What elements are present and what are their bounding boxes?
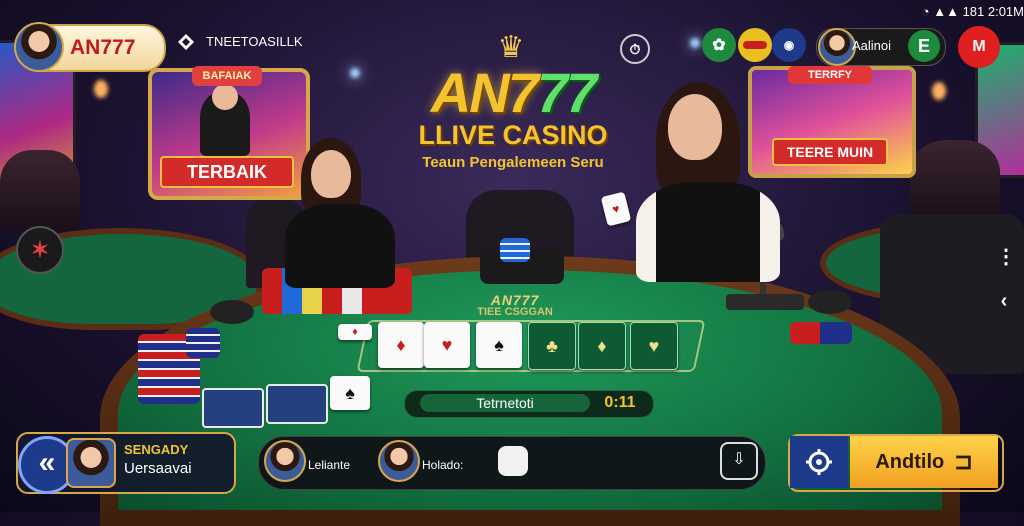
profile-name: AN777	[70, 36, 136, 59]
stage-light	[350, 68, 360, 78]
wifi-icon: ◔	[921, 4, 930, 19]
playing-card: ♦	[378, 322, 424, 368]
dealer-face	[668, 94, 722, 160]
banner-figure-head	[212, 84, 238, 110]
dealer-right: ♥	[600, 82, 780, 282]
banner-right-title: TERRFY	[788, 66, 872, 84]
player1-name: Leliante	[308, 458, 351, 472]
card-deck	[202, 388, 264, 428]
brand-logo-suffix: 77	[536, 61, 597, 124]
signal-icon: ▲▲	[933, 4, 959, 19]
chip-stack	[790, 322, 852, 344]
player1-avatar[interactable]	[264, 440, 306, 482]
dealer-left	[285, 138, 395, 288]
player2-name: Holado:	[422, 458, 464, 472]
dealer-body	[636, 182, 780, 282]
card-shoe	[210, 300, 254, 324]
player-avatar[interactable]	[66, 438, 116, 488]
settings-icon	[806, 449, 832, 475]
coin-icon[interactable]	[738, 28, 772, 62]
primary-action-button[interactable]: Andtilo ⊐	[850, 436, 998, 488]
star-icon[interactable]: ✶	[16, 226, 64, 274]
chat-icon[interactable]: ✿	[702, 28, 736, 62]
playing-card: ♦	[338, 324, 372, 340]
background-player	[0, 150, 80, 230]
playing-card: ♠	[476, 322, 522, 368]
dealer-face	[311, 150, 351, 198]
chevron-left-icon[interactable]: ‹	[994, 290, 1014, 314]
more-icon[interactable]: ⋮	[996, 244, 1016, 268]
round-status-label: Tetrnetoti	[420, 394, 590, 412]
crown-icon: ♛	[497, 31, 525, 64]
wall-lamp	[94, 80, 108, 98]
user-badge[interactable]: E	[908, 30, 940, 62]
timer-icon[interactable]: ⏱	[620, 34, 650, 64]
playing-card: ♠	[330, 376, 370, 410]
player-info-line1: SENGADY	[124, 442, 189, 457]
share-icon[interactable]	[176, 32, 196, 52]
status-time: 181 2:01M	[962, 4, 1024, 19]
primary-action-label: Andtilo	[875, 450, 945, 473]
stage-light	[690, 38, 700, 48]
arrow-right-icon: ⊐	[954, 449, 973, 474]
gift-icon[interactable]: ◉	[772, 28, 806, 62]
brand-subtitle: LLIVE CASINO	[418, 120, 608, 150]
brand-tagline: Teaun Pengalemeen Seru	[422, 154, 604, 171]
profile-tagline: TNEETOASILLK	[206, 34, 303, 49]
coin-icon-stripe	[743, 41, 767, 49]
playing-card: ♦	[578, 322, 626, 370]
wall-lamp	[932, 82, 946, 100]
banner-right-ribbon: TEERE MUIN	[772, 138, 888, 166]
dealer-body	[285, 204, 395, 288]
scanner-base	[726, 294, 804, 310]
menu-button[interactable]: M	[958, 26, 1000, 68]
brand-logo-prefix: AN7	[430, 61, 539, 124]
player-info-line2: Uersaavai	[124, 460, 192, 477]
chip-stack	[186, 328, 220, 358]
background-player	[910, 140, 1000, 220]
user-avatar[interactable]	[818, 28, 856, 66]
player2-avatar[interactable]	[378, 440, 420, 482]
playing-card: ♥	[630, 322, 678, 370]
dealer-held-card: ♥	[600, 191, 632, 227]
share-icon-graphic	[178, 34, 194, 50]
playing-card: ♥	[424, 322, 470, 368]
chip-stack	[500, 238, 530, 262]
brand-logo: AN777	[393, 60, 633, 125]
playing-card: ♣	[528, 322, 576, 370]
status-bar: ◔ ▲▲ 181 2:01M	[900, 4, 1024, 20]
card-shoe	[808, 290, 852, 314]
felt-subtitle: TIEE CSGGAN	[477, 306, 553, 318]
banner-left-title: BAFAIAK	[192, 66, 262, 86]
exit-icon[interactable]: ⇩	[720, 442, 758, 480]
settings-button[interactable]	[790, 436, 848, 488]
avatar[interactable]	[14, 22, 64, 72]
round-countdown: 0:11	[604, 394, 636, 411]
dice-icon[interactable]	[498, 446, 528, 476]
card-deck	[266, 384, 328, 424]
user-name: Aalinoi	[852, 38, 892, 53]
banner-left-ribbon: TERBAIK	[160, 156, 294, 188]
